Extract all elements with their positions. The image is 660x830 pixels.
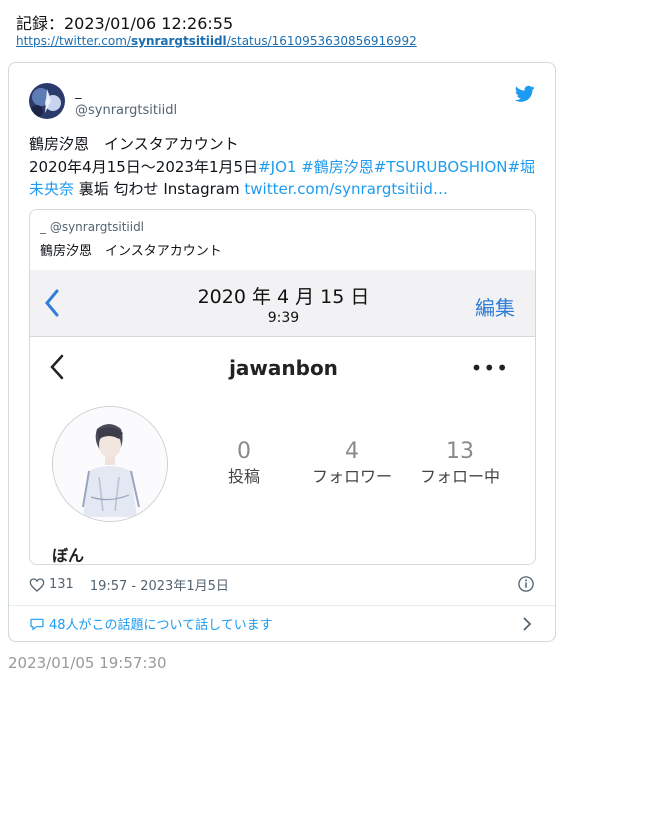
heart-icon[interactable]: [29, 577, 45, 593]
archive-timestamp: 2023/01/05 19:57:30: [8, 654, 167, 672]
discussion-link[interactable]: 48人がこの話題について話しています: [29, 614, 273, 633]
ig-stat-following-label: フォロー中: [419, 467, 500, 486]
ig-stat-posts: 0 投稿: [184, 438, 304, 488]
twitter-bird-icon[interactable]: [515, 85, 535, 103]
tweet-text: 鶴房汐恩 インスタアカウント 2020年4月15日〜2023年1月5日#JO1 …: [29, 133, 544, 201]
tweet-link[interactable]: twitter.com/synrargtsitiid…: [244, 180, 448, 198]
quoted-text: 鶴房汐恩 インスタアカウント: [40, 244, 222, 259]
ig-stat-following: 13 フォロー中: [400, 438, 520, 488]
screenshot-header: 2020 年 4 月 15 日 9:39 編集: [30, 270, 535, 337]
record-timestamp: 記録：2023/01/06 12:26:55: [16, 14, 234, 33]
display-name[interactable]: _: [75, 85, 82, 100]
chevron-right-icon[interactable]: [521, 617, 533, 631]
screenshot-date: 2020 年 4 月 15 日: [197, 286, 370, 308]
tweet-text-tail: 裏垢 匂わせ Instagram: [74, 180, 245, 198]
ig-stat-posts-label: 投稿: [227, 467, 260, 486]
quoted-tweet[interactable]: _ @synrargtsitiidl 鶴房汐恩 インスタアカウント 2020 年…: [29, 209, 536, 565]
more-dots-icon: •••: [470, 356, 509, 380]
avatar[interactable]: [29, 83, 65, 119]
source-link[interactable]: https://twitter.com/synrargtsitiidl/stat…: [16, 34, 417, 48]
ig-stat-posts-count: 0: [237, 439, 251, 464]
ig-stat-followers-count: 4: [345, 439, 359, 464]
tweet-card[interactable]: _ @synrargtsitiidl 鶴房汐恩 インスタアカウント 2020年4…: [8, 62, 556, 642]
discussion-text: 48人がこの話題について話しています: [49, 618, 273, 633]
screenshot-edit: 編集: [475, 296, 515, 320]
ig-stat-followers-label: フォロワー: [311, 467, 392, 486]
ig-display-name: ぼん: [52, 546, 85, 565]
ig-stat-followers: 4 フォロワー: [292, 438, 412, 488]
ig-profile-picture: [52, 406, 168, 522]
ig-username: jawanbon: [229, 356, 338, 380]
user-handle[interactable]: @synrargtsitiidl: [75, 103, 177, 118]
info-icon[interactable]: [517, 575, 535, 593]
screenshot-time: 9:39: [267, 310, 300, 326]
tweet-date-range: 2020年4月15日〜2023年1月5日: [29, 157, 259, 176]
like-count[interactable]: 131: [49, 577, 74, 592]
speech-bubble-icon: [30, 618, 44, 631]
divider: [9, 605, 555, 606]
source-link-user: synrargtsitiidl: [130, 34, 227, 48]
ig-stat-following-count: 13: [446, 439, 474, 464]
quoted-image[interactable]: 2020 年 4 月 15 日 9:39 編集 jawanbon ••• 0 投…: [30, 270, 535, 565]
tweet-meta: 131 19:57 - 2023年1月5日: [29, 575, 229, 594]
tweet-timestamp[interactable]: 19:57 - 2023年1月5日: [90, 575, 229, 594]
source-link-suffix: /status/1610953630856916992: [226, 34, 417, 48]
source-link-prefix: https://twitter.com/: [16, 34, 131, 48]
quoted-author: _ @synrargtsitiidl: [40, 220, 145, 234]
tweet-text-line1: 鶴房汐恩 インスタアカウント: [29, 135, 239, 153]
